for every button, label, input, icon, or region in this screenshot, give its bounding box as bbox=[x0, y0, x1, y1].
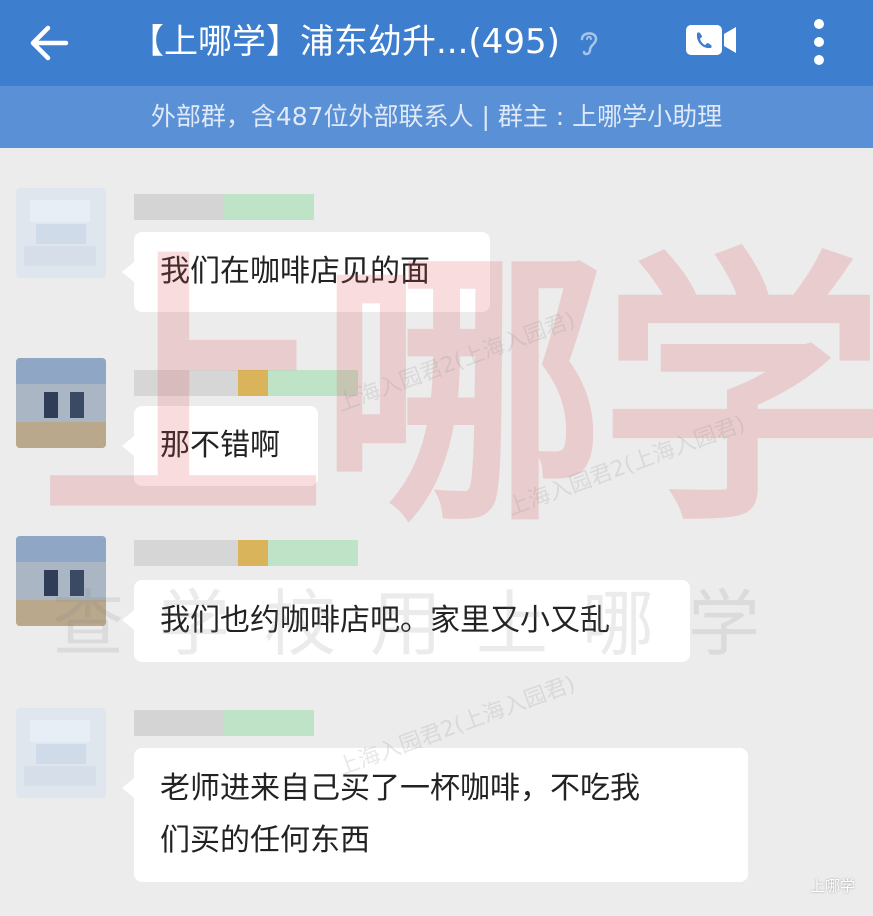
chat-screen: 【上哪学】浦东幼升...(495) 外部群，含487位外部联系人 | 群主 : … bbox=[0, 0, 873, 916]
message-bubble[interactable]: 我们在咖啡店见的面 bbox=[122, 232, 490, 312]
sender-name-blurred bbox=[134, 370, 358, 396]
message-bubble[interactable]: 老师进来自己买了一杯咖啡，不吃我 们买的任何东西 bbox=[122, 748, 748, 882]
group-title[interactable]: 【上哪学】浦东幼升...(495) bbox=[130, 20, 560, 64]
back-arrow-icon[interactable] bbox=[26, 20, 72, 66]
message-text-line-2: 们买的任何东西 bbox=[160, 823, 370, 858]
diagonal-watermark: 上海入园君2(上海入园君) bbox=[504, 411, 749, 522]
group-info-bar[interactable]: 外部群，含487位外部联系人 | 群主 : 上哪学小助理 bbox=[0, 86, 873, 148]
avatar[interactable] bbox=[16, 708, 106, 798]
avatar[interactable] bbox=[16, 536, 106, 626]
avatar[interactable] bbox=[16, 188, 106, 278]
message-text: 我们也约咖啡店吧。家里又小又乱 bbox=[160, 603, 610, 638]
message-text-line-1: 老师进来自己买了一杯咖啡，不吃我 bbox=[160, 771, 640, 806]
message-list[interactable]: 我们在咖啡店见的面 那不错啊 我们也约咖啡店吧。家里又小又乱 老师进来自己买了一… bbox=[0, 148, 873, 916]
message-text: 我们在咖啡店见的面 bbox=[160, 254, 430, 289]
title-bar: 【上哪学】浦东幼升...(495) bbox=[0, 0, 873, 86]
sender-name-blurred bbox=[134, 540, 358, 566]
more-options-icon[interactable] bbox=[808, 16, 830, 68]
avatar[interactable] bbox=[16, 358, 106, 448]
message-bubble[interactable]: 我们也约咖啡店吧。家里又小又乱 bbox=[122, 580, 690, 662]
corner-watermark: 上哪学 bbox=[809, 877, 855, 895]
ear-icon bbox=[580, 32, 598, 56]
video-call-icon[interactable] bbox=[684, 22, 738, 58]
sender-name-blurred bbox=[134, 710, 314, 736]
message-bubble[interactable]: 那不错啊 bbox=[122, 406, 318, 486]
sender-name-blurred bbox=[134, 194, 314, 220]
diagonal-watermark: 上海入园君2(上海入园君) bbox=[334, 307, 579, 418]
message-text: 那不错啊 bbox=[160, 428, 280, 463]
